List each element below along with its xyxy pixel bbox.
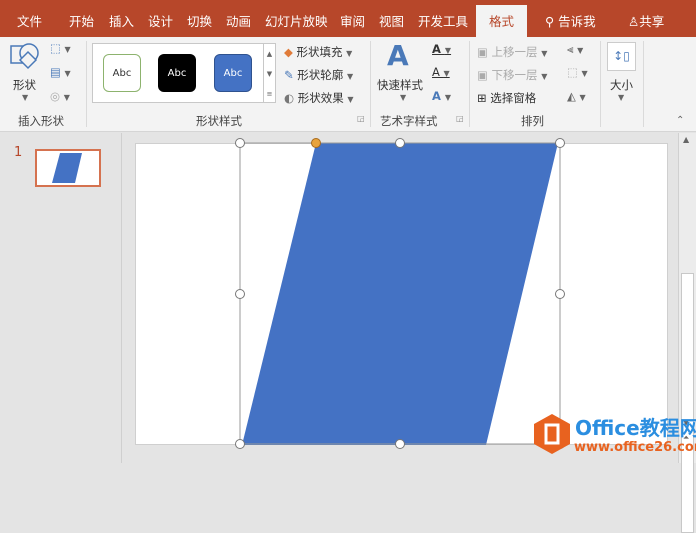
watermark-url: www.office26.com	[574, 440, 696, 455]
resize-handle[interactable]	[395, 439, 405, 449]
office-logo	[533, 413, 571, 455]
adjust-handle[interactable]	[311, 138, 321, 148]
resize-handle[interactable]	[555, 289, 565, 299]
scroll-up-icon[interactable]: ▲	[683, 135, 689, 144]
resize-handle[interactable]	[235, 138, 245, 148]
resize-handle[interactable]	[235, 289, 245, 299]
parallelogram-shape[interactable]	[0, 0, 696, 463]
watermark-brand: Office教程网	[575, 416, 696, 440]
resize-handle[interactable]	[555, 138, 565, 148]
resize-handle[interactable]	[395, 138, 405, 148]
scroll-thumb[interactable]	[681, 273, 694, 533]
resize-handle[interactable]	[235, 439, 245, 449]
